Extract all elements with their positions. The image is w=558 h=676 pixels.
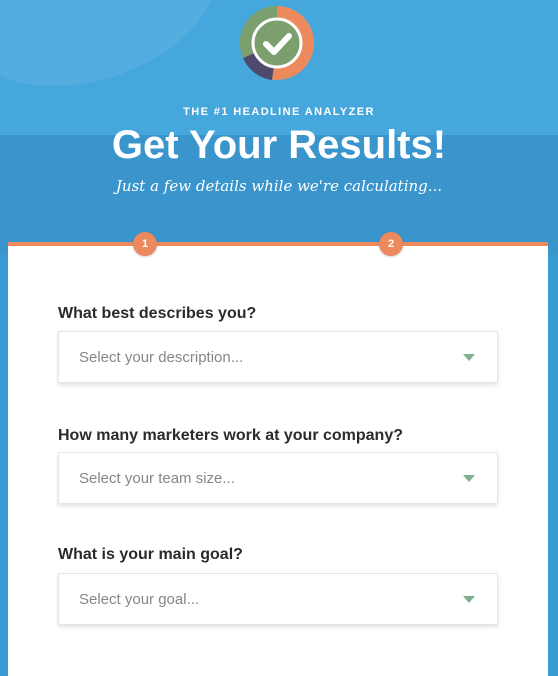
chevron-down-icon: [463, 354, 475, 361]
goal-select[interactable]: Select your goal...: [58, 573, 498, 625]
step-indicator-1: 1: [133, 232, 157, 256]
page-title: Get Your Results!: [111, 123, 447, 167]
headline-kicker: THE #1 HEADLINE ANALYZER: [183, 106, 375, 118]
team-size-question: How many marketers work at your company?: [58, 427, 403, 444]
description-question: What best describes you?: [58, 305, 257, 322]
description-select-placeholder: Select your description...: [79, 349, 244, 366]
team-size-select[interactable]: Select your team size...: [58, 452, 498, 504]
team-size-select-placeholder: Select your team size...: [79, 470, 235, 487]
goal-question: What is your main goal?: [58, 546, 243, 563]
page-subtitle: Just a few details while we're calculati…: [115, 177, 443, 195]
goal-select-placeholder: Select your goal...: [79, 591, 200, 608]
description-select[interactable]: Select your description...: [58, 331, 498, 383]
step-indicator-2: 2: [379, 232, 403, 256]
chevron-down-icon: [463, 596, 475, 603]
checkmark-badge-icon: [239, 5, 314, 80]
chevron-down-icon: [463, 475, 475, 482]
